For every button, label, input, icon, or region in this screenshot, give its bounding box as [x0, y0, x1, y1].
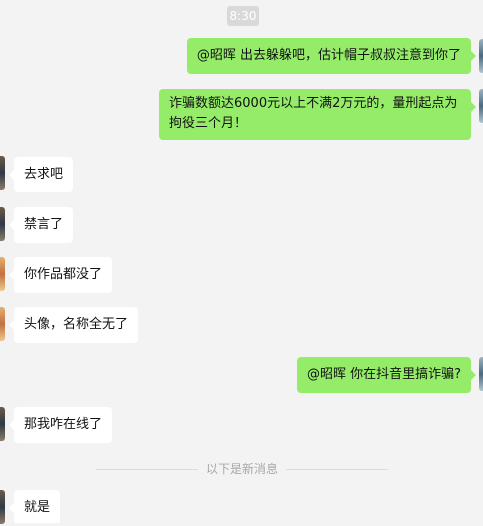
contact-avatar[interactable] [0, 207, 5, 241]
message-bubble-incoming[interactable]: 去求吧 [8, 157, 74, 192]
message-bubble-incoming[interactable]: 那我咋在线了 [8, 407, 113, 443]
message-bubble-outgoing[interactable]: 诈骗数额达6000元以上不满2万元的，量刑起点为拘役三个月！ [159, 89, 476, 140]
my-avatar[interactable] [479, 39, 483, 73]
message-text: @昭晖 出去躲躲吧，估计帽子叔叔注意到你了 [196, 48, 461, 63]
message-text: @昭晖 你在抖音里搞诈骗? [306, 367, 461, 382]
message-bubble-incoming[interactable]: 就是 [8, 490, 61, 523]
message-text: 诈骗数额达6000元以上不满2万元的，量刑起点为拘役三个月！ [169, 96, 458, 131]
message-text: 头像，名称全无了 [24, 317, 129, 332]
new-messages-divider: 以下是新消息 [96, 462, 388, 476]
message-text: 禁言了 [24, 217, 64, 232]
divider-line [286, 469, 388, 470]
timestamp: 8:30 [227, 6, 259, 26]
contact-avatar[interactable] [0, 156, 5, 190]
message-text: 你作品都没了 [24, 267, 103, 282]
contact-avatar[interactable] [0, 307, 5, 341]
message-bubble-outgoing[interactable]: @昭晖 出去躲躲吧，估计帽子叔叔注意到你了 [186, 38, 477, 74]
contact-avatar[interactable] [0, 407, 5, 441]
message-text: 去求吧 [24, 167, 64, 182]
message-bubble-outgoing[interactable]: @昭晖 你在抖音里搞诈骗? [296, 357, 477, 393]
my-avatar[interactable] [479, 89, 483, 123]
contact-avatar[interactable] [0, 490, 5, 524]
message-bubble-incoming[interactable]: 禁言了 [8, 207, 74, 243]
my-avatar[interactable] [479, 357, 483, 391]
message-bubble-incoming[interactable]: 你作品都没了 [8, 257, 113, 293]
message-text: 那我咋在线了 [24, 417, 103, 432]
message-bubble-incoming[interactable]: 头像，名称全无了 [8, 307, 139, 343]
contact-avatar[interactable] [0, 257, 5, 291]
message-text: 就是 [24, 500, 51, 515]
